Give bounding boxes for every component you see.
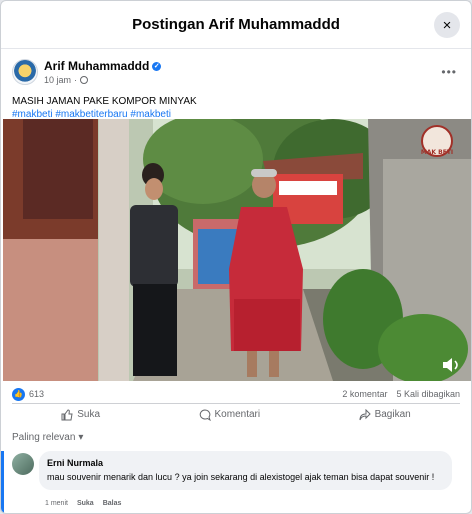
comment-icon	[199, 408, 211, 421]
dialog-header: Postingan Arif Muhammaddd ×	[1, 1, 471, 49]
post-actions: Suka Komentari Bagikan	[12, 403, 460, 425]
like-reaction-icon: 👍	[12, 387, 25, 401]
share-icon	[359, 408, 371, 421]
post-video[interactable]: MAK BETI	[3, 119, 471, 381]
comment-like-button[interactable]: Suka	[77, 500, 94, 507]
verified-badge-icon: ✓	[152, 61, 162, 71]
like-button[interactable]: Suka	[51, 406, 110, 424]
more-options-icon[interactable]: •••	[441, 65, 457, 79]
comment-count[interactable]: 2 komentar	[342, 389, 387, 399]
caption-text: MASIH JAMAN PAKE KOMPOR MINYAK	[12, 96, 197, 107]
author-name[interactable]: Arif Muhammaddd	[44, 59, 149, 73]
post-caption: MASIH JAMAN PAKE KOMPOR MINYAK #makbeti …	[1, 95, 471, 121]
author-avatar[interactable]	[12, 59, 38, 85]
comment-text: mau souvenir menarik dan lucu ? ya join …	[47, 472, 435, 482]
comment-time[interactable]: 1 menit	[45, 500, 68, 507]
meta-separator: ·	[74, 75, 78, 85]
like-count[interactable]: 613	[29, 389, 44, 399]
comment-label: Komentari	[214, 409, 261, 420]
comment-actions: 1 menit Suka Balas	[45, 500, 121, 507]
post-dialog: Postingan Arif Muhammaddd × Arif Muhamma…	[0, 0, 472, 514]
commenter-avatar[interactable]	[12, 453, 34, 475]
globe-icon	[80, 76, 89, 84]
comment-bubble: Erni Nurmala mau souvenir menarik dan lu…	[39, 451, 452, 490]
post-time[interactable]: 10 jam	[44, 75, 71, 85]
sort-label: Paling relevan	[12, 432, 76, 443]
close-icon: ×	[442, 16, 452, 34]
comment-button[interactable]: Komentari	[189, 406, 271, 424]
share-count[interactable]: 5 Kali dibagikan	[396, 389, 460, 399]
video-frame: MAK BETI	[3, 119, 471, 381]
chevron-down-icon: ▾	[78, 432, 84, 443]
post-stats: 👍 613 2 komentar 5 Kali dibagikan	[12, 386, 460, 402]
active-comment-indicator	[1, 451, 4, 513]
close-button[interactable]: ×	[434, 12, 460, 38]
comment-sort-dropdown[interactable]: Paling relevan ▾	[12, 432, 83, 443]
video-watermark: MAK BETI	[421, 149, 453, 156]
share-button[interactable]: Bagikan	[349, 406, 421, 424]
like-label: Suka	[77, 409, 101, 420]
share-label: Bagikan	[374, 409, 411, 420]
dialog-title: Postingan Arif Muhammaddd	[132, 16, 340, 33]
thumbs-up-icon	[61, 408, 73, 421]
commenter-name[interactable]: Erni Nurmala	[47, 456, 444, 470]
post-header: Arif Muhammaddd ✓ 10 jam · •••	[1, 54, 471, 90]
comment-reply-button[interactable]: Balas	[103, 500, 122, 507]
